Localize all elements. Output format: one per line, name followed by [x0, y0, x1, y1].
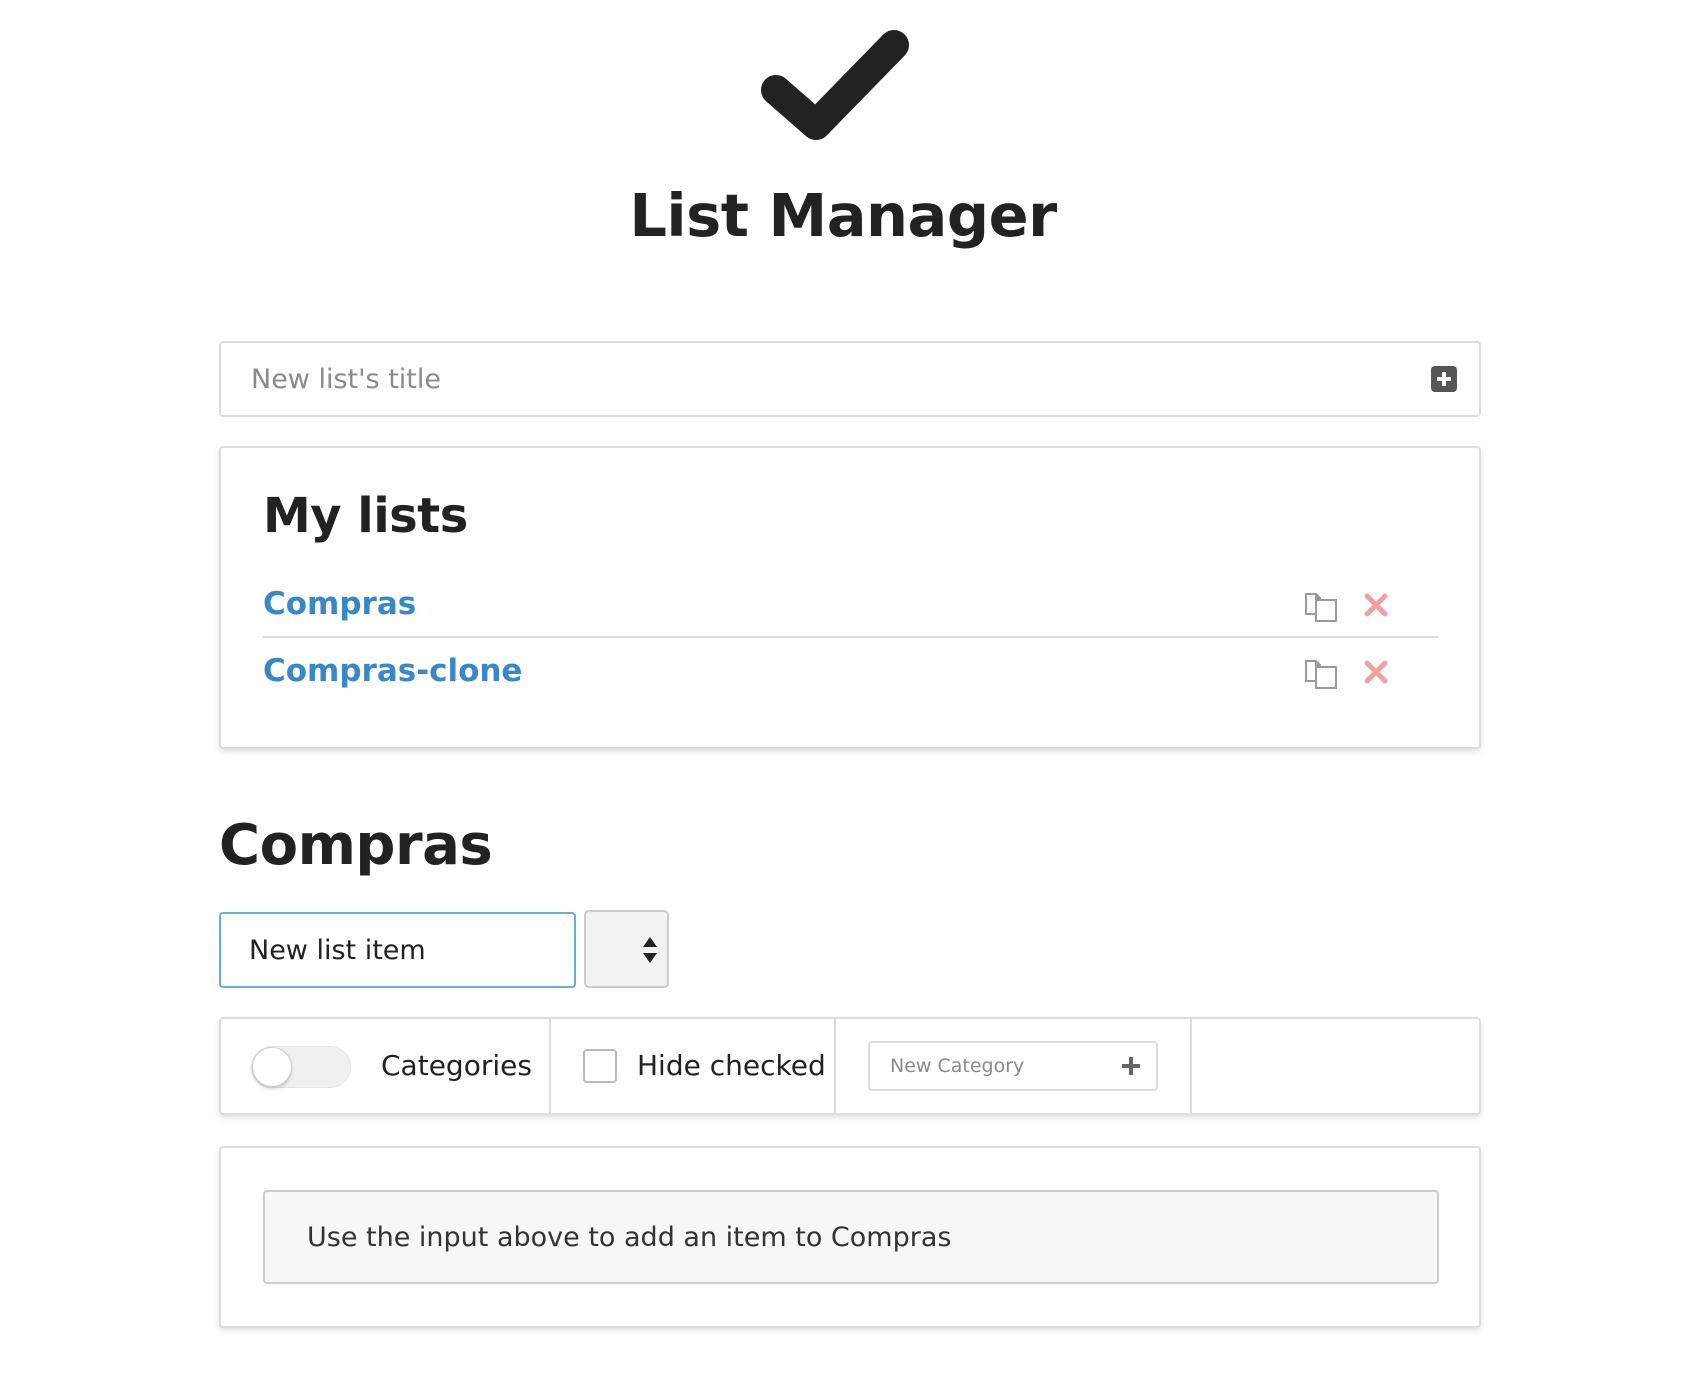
my-lists-panel: My lists Compras Compras-clone — [219, 446, 1481, 749]
list-item: Compras-clone — [263, 641, 1439, 705]
plus-icon[interactable] — [1122, 1057, 1140, 1075]
category-select[interactable] — [584, 910, 669, 988]
new-list-title-input[interactable] — [221, 343, 1401, 415]
hide-checked-label: Hide checked — [637, 1049, 826, 1082]
new-list-field — [219, 341, 1481, 417]
my-lists-heading: My lists — [263, 488, 468, 544]
hide-checked-checkbox[interactable] — [583, 1049, 617, 1083]
copy-icon[interactable] — [1303, 655, 1339, 691]
list-controls-panel: Categories Hide checked — [219, 1017, 1481, 1115]
select-arrows-icon — [643, 937, 657, 963]
new-category-input[interactable] — [870, 1043, 1110, 1089]
plus-square-icon[interactable] — [1431, 366, 1457, 392]
categories-section: Categories — [221, 1019, 551, 1113]
current-list-title: Compras — [219, 813, 493, 878]
empty-list-message-text: Use the input above to add an item to Co… — [307, 1222, 952, 1253]
categories-label: Categories — [381, 1049, 532, 1082]
list-link-compras[interactable]: Compras — [263, 584, 416, 624]
copy-icon[interactable] — [1303, 588, 1339, 624]
new-list-item-input[interactable] — [219, 912, 576, 988]
list-item: Compras — [263, 574, 1439, 638]
delete-x-icon[interactable] — [1363, 659, 1389, 685]
page-title: List Manager — [629, 181, 1057, 250]
checkmark-icon — [761, 30, 909, 140]
categories-toggle[interactable] — [251, 1046, 351, 1088]
new-category-field — [868, 1041, 1158, 1091]
list-items-panel: Use the input above to add an item to Co… — [219, 1146, 1481, 1328]
toggle-knob — [252, 1047, 292, 1087]
empty-list-message: Use the input above to add an item to Co… — [263, 1190, 1439, 1284]
new-category-section — [836, 1019, 1192, 1113]
list-link-compras-clone[interactable]: Compras-clone — [263, 651, 522, 691]
delete-x-icon[interactable] — [1363, 592, 1389, 618]
hide-checked-section: Hide checked — [551, 1019, 836, 1113]
